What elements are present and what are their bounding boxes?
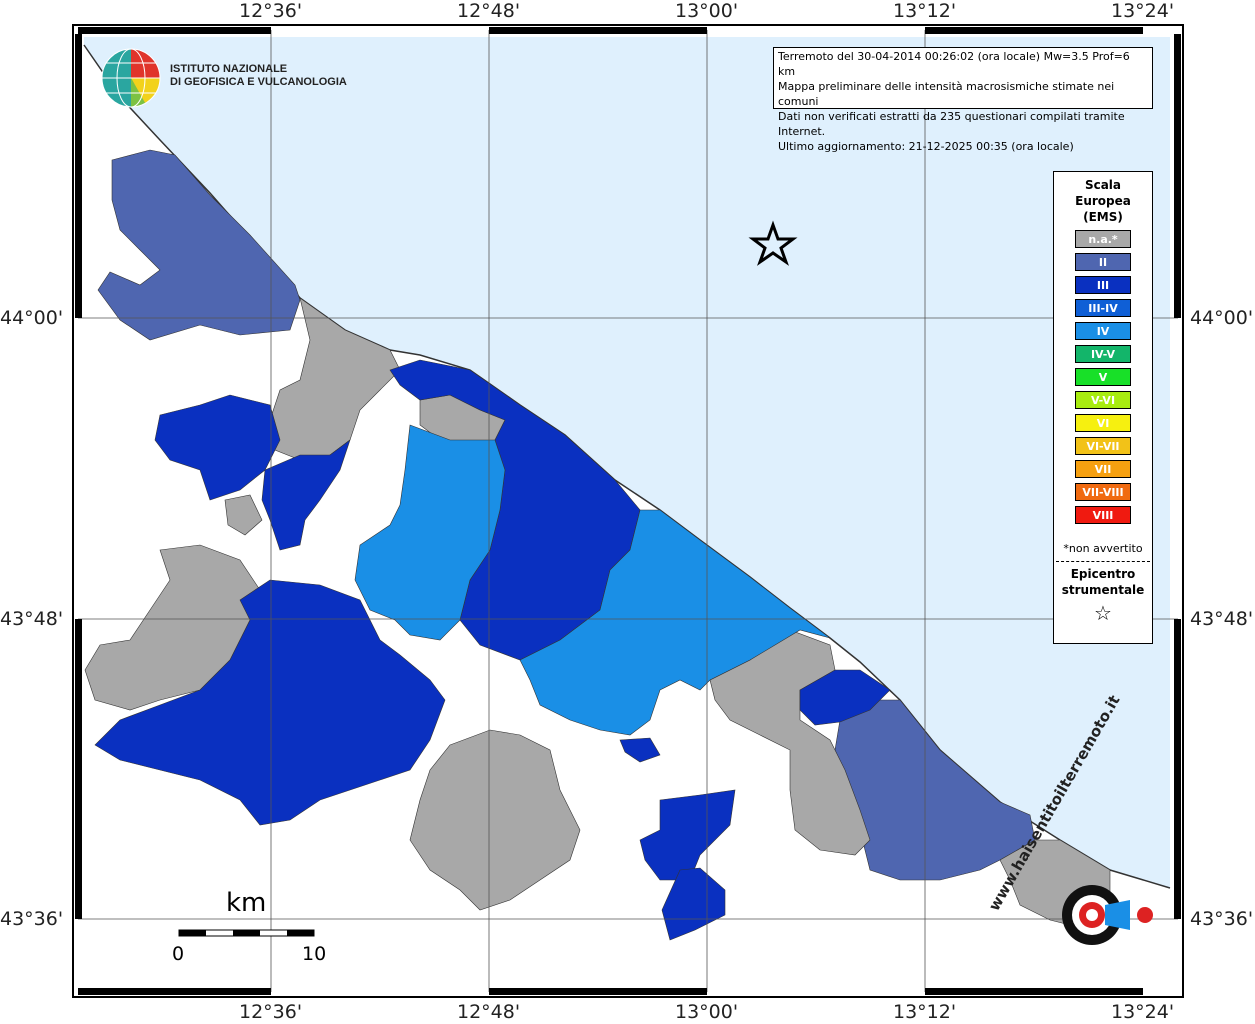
info-line-updated: Ultimo aggiornamento: 21-12-2025 00:35 (… (778, 140, 1074, 153)
lon-label-top-3: 13°00' (675, 0, 739, 22)
legend-title-line-1: Scala (1084, 178, 1122, 192)
legend-item-2: III (1075, 276, 1131, 294)
info-line-data: Dati non verificati estratti da 235 ques… (778, 110, 1125, 138)
legend-item-0: n.a.* (1075, 230, 1131, 248)
ingv-globe-icon (101, 48, 161, 108)
lon-label-bottom-1: 12°36' (239, 1001, 303, 1023)
lat-label-right-1: 44°00' (1190, 307, 1254, 329)
legend-star-icon: ☆ (1094, 601, 1112, 625)
legend-item-9: VI-VII (1075, 437, 1131, 455)
lon-label-top-5: 13°24' (1111, 0, 1175, 22)
lon-label-bottom-3: 13°00' (675, 1001, 739, 1023)
legend-divider (1056, 561, 1150, 562)
legend-epicenter-line-2: strumentale (1061, 583, 1145, 597)
legend-item-8: VI (1075, 414, 1131, 432)
legend-note: *non avvertito (1063, 542, 1143, 555)
legend-title-line-3: (EMS) (1083, 210, 1123, 224)
legend-item-3: III-IV (1075, 299, 1131, 317)
legend-item-5: IV-V (1075, 345, 1131, 363)
legend-item-12: VIII (1075, 506, 1131, 524)
ems-legend: Scala Europea (EMS) n.a.* II III III-IV IV IV… (1053, 171, 1153, 644)
legend-items: n.a.* II III III-IV IV IV-V V V-VI VI VI-VII VII VI… (1054, 230, 1152, 524)
legend-item-4: IV (1075, 322, 1131, 340)
lon-label-bottom-2: 12°48' (457, 1001, 521, 1023)
lon-label-bottom-5: 13°24' (1111, 1001, 1175, 1023)
legend-item-6: V (1075, 368, 1131, 386)
lon-label-top-4: 13°12' (893, 0, 957, 22)
info-line-map: Mappa preliminare delle intensità macros… (778, 80, 1115, 108)
legend-title: Scala Europea (EMS) (1054, 177, 1152, 225)
legend-item-7: V-VI (1075, 391, 1131, 409)
scale-bar (178, 929, 315, 937)
scale-unit-label: km (226, 888, 267, 918)
scale-min-label: 0 (172, 943, 185, 965)
event-info-box: Terremoto del 30-04-2014 00:26:02 (ora l… (773, 47, 1153, 153)
info-line-event: Terremoto del 30-04-2014 00:26:02 (ora l… (778, 50, 1130, 78)
lat-label-left-2: 43°48' (0, 608, 64, 630)
lon-label-top-1: 12°36' (239, 0, 303, 22)
legend-item-1: II (1075, 253, 1131, 271)
scale-max-label: 10 (302, 943, 327, 965)
lon-label-bottom-4: 13°12' (893, 1001, 957, 1023)
logo-line-2: DI GEOFISICA E VULCANOLOGIA (170, 76, 347, 88)
legend-title-line-2: Europea (1075, 194, 1131, 208)
legend-epicenter-label: Epicentro strumentale (1054, 566, 1152, 598)
ingv-logo-text: ISTITUTO NAZIONALE DI GEOFISICA E VULCAN… (170, 63, 347, 89)
legend-epicenter-line-1: Epicentro (1070, 567, 1136, 581)
legend-item-11: VII-VIII (1075, 483, 1131, 501)
legend-item-10: VII (1075, 460, 1131, 478)
lon-label-top-2: 12°48' (457, 0, 521, 22)
lat-label-right-3: 43°36' (1190, 908, 1254, 930)
lat-label-left-3: 43°36' (0, 908, 64, 930)
lat-label-left-1: 44°00' (0, 307, 64, 329)
logo-line-1: ISTITUTO NAZIONALE (170, 63, 288, 75)
lat-label-right-2: 43°48' (1190, 608, 1254, 630)
